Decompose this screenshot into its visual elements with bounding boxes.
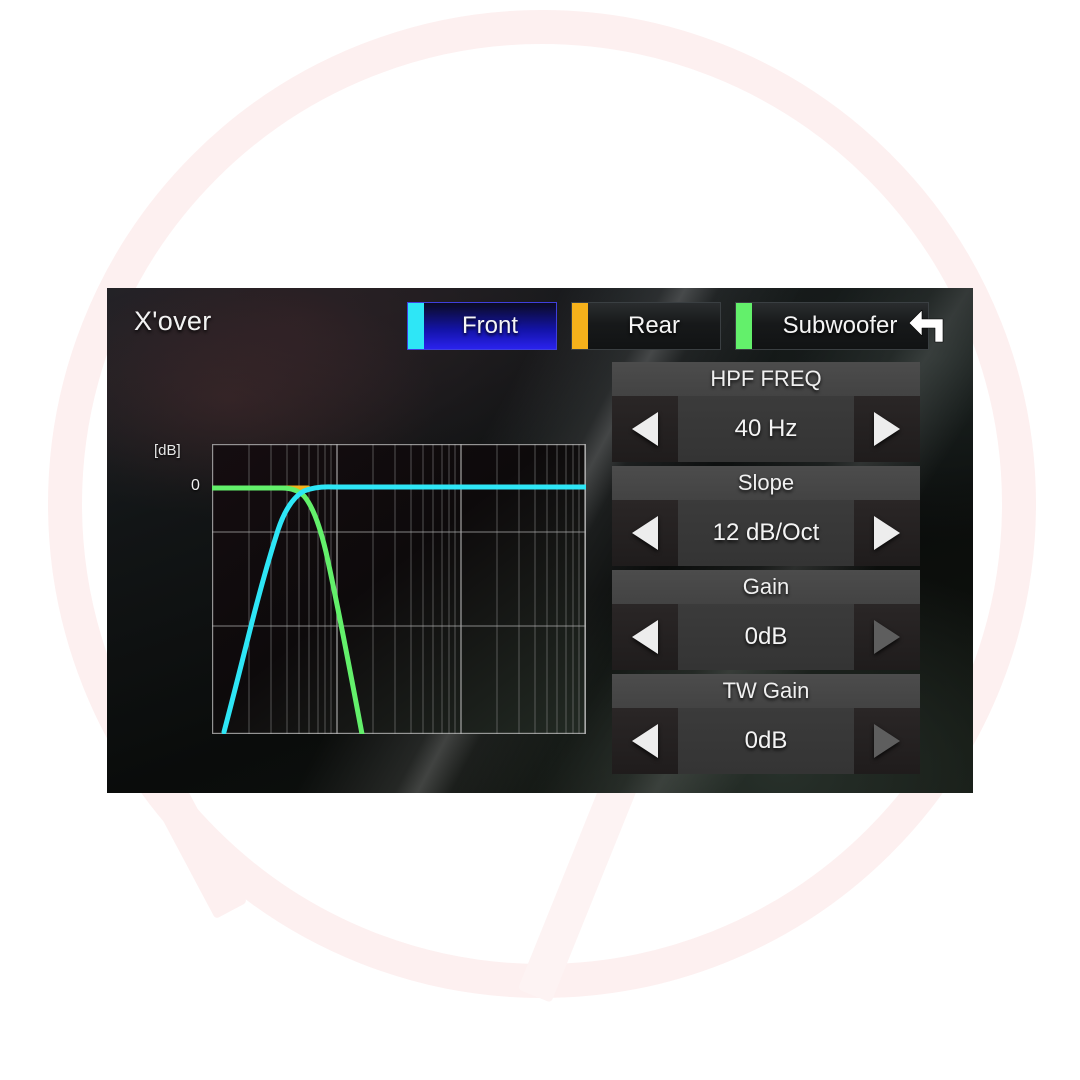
- tw-gain-increment-button: [854, 708, 920, 774]
- control-slope-row: 12 dB/Oct: [612, 500, 920, 566]
- control-tw-gain: TW Gain 0dB: [612, 674, 920, 774]
- control-hpf-freq-row: 40 Hz: [612, 396, 920, 462]
- control-hpf-freq-label: HPF FREQ: [612, 362, 920, 396]
- back-button[interactable]: [899, 298, 957, 352]
- tab-front[interactable]: Front: [407, 302, 557, 350]
- crossover-graph: [dB] 0 100 1K 10K [Hz]: [127, 360, 607, 734]
- page-root: X'over Front Rear Subwoofer [dB] 0 HPF F…: [0, 0, 1080, 1080]
- header-bar: X'over Front Rear Subwoofer: [107, 288, 973, 360]
- chevron-right-icon: [874, 516, 900, 550]
- tab-front-color-swatch: [408, 303, 424, 349]
- gain-decrement-button[interactable]: [612, 604, 678, 670]
- crossover-controls: HPF FREQ 40 Hz Slope 12 dB/Oct Gain 0dB …: [612, 362, 920, 774]
- control-hpf-freq: HPF FREQ 40 Hz: [612, 362, 920, 462]
- chevron-right-icon: [874, 724, 900, 758]
- gain-increment-button: [854, 604, 920, 670]
- control-tw-gain-label: TW Gain: [612, 674, 920, 708]
- tw-gain-decrement-button[interactable]: [612, 708, 678, 774]
- tab-rear-label: Rear: [627, 312, 681, 339]
- chevron-left-icon: [632, 516, 658, 550]
- tw-gain-value: 0dB: [744, 727, 788, 754]
- back-arrow-icon: [908, 309, 944, 343]
- tab-rear-color-swatch: [572, 303, 588, 349]
- page-title: X'over: [134, 306, 212, 336]
- control-tw-gain-row: 0dB: [612, 708, 920, 774]
- slope-increment-button[interactable]: [854, 500, 920, 566]
- control-gain-label: Gain: [612, 570, 920, 604]
- chevron-left-icon: [632, 412, 658, 446]
- hpf-freq-value: 40 Hz: [734, 415, 798, 442]
- control-gain-row: 0dB: [612, 604, 920, 670]
- channel-tabs: Front Rear Subwoofer: [407, 302, 929, 350]
- slope-decrement-button[interactable]: [612, 500, 678, 566]
- tab-subwoofer-color-swatch: [736, 303, 752, 349]
- graph-plot-area: [212, 444, 586, 734]
- tab-front-label: Front: [461, 312, 518, 339]
- chevron-right-icon: [874, 412, 900, 446]
- control-gain: Gain 0dB: [612, 570, 920, 670]
- chevron-right-icon: [874, 620, 900, 654]
- slope-value: 12 dB/Oct: [712, 519, 820, 546]
- head-unit-screen: X'over Front Rear Subwoofer [dB] 0 HPF F…: [107, 288, 973, 793]
- graph-y-axis-label: [dB]: [154, 442, 181, 459]
- control-slope-label: Slope: [612, 466, 920, 500]
- control-slope: Slope 12 dB/Oct: [612, 466, 920, 566]
- chevron-left-icon: [632, 724, 658, 758]
- hpf-freq-increment-button[interactable]: [854, 396, 920, 462]
- chevron-left-icon: [632, 620, 658, 654]
- gain-value: 0dB: [744, 623, 788, 650]
- graph-y-tick-zero: 0: [191, 477, 200, 494]
- hpf-freq-decrement-button[interactable]: [612, 396, 678, 462]
- tab-rear[interactable]: Rear: [571, 302, 721, 350]
